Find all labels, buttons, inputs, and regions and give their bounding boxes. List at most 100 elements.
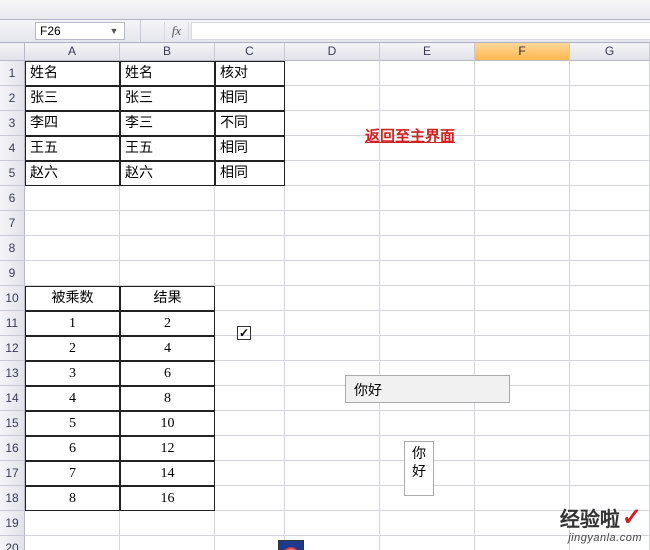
cell-D18[interactable] [285, 486, 380, 511]
avatar-image[interactable] [278, 540, 304, 550]
cell-F8[interactable] [475, 236, 570, 261]
cell-E15[interactable] [380, 411, 475, 436]
cell-C10[interactable] [215, 286, 285, 311]
formula-input[interactable] [191, 22, 650, 40]
cell-grid[interactable]: 姓名姓名核对张三张三相同李四李三不同王五王五相同赵六赵六相同被乘数结果12243… [25, 61, 650, 550]
cell-C7[interactable] [215, 211, 285, 236]
col-header-D[interactable]: D [285, 43, 380, 61]
cell-G3[interactable] [570, 111, 650, 136]
select-all-corner[interactable] [0, 43, 25, 61]
cell-B5[interactable]: 赵六 [120, 161, 215, 186]
cell-E8[interactable] [380, 236, 475, 261]
return-main-link[interactable]: 返回至主界面 [365, 125, 455, 146]
row-header-7[interactable]: 7 [0, 211, 25, 236]
cell-C3[interactable]: 不同 [215, 111, 285, 136]
cell-A11[interactable]: 1 [25, 311, 120, 336]
cell-E12[interactable] [380, 336, 475, 361]
cell-D16[interactable] [285, 436, 380, 461]
checkbox[interactable]: ✓ [237, 326, 251, 340]
cell-C13[interactable] [215, 361, 285, 386]
row-header-19[interactable]: 19 [0, 511, 25, 536]
cell-G13[interactable] [570, 361, 650, 386]
fx-button[interactable]: fx [165, 22, 189, 40]
cell-E19[interactable] [380, 511, 475, 536]
cell-F4[interactable] [475, 136, 570, 161]
row-header-12[interactable]: 12 [0, 336, 25, 361]
cell-G5[interactable] [570, 161, 650, 186]
cell-B18[interactable]: 16 [120, 486, 215, 511]
cell-G17[interactable] [570, 461, 650, 486]
cell-D17[interactable] [285, 461, 380, 486]
cell-D15[interactable] [285, 411, 380, 436]
cell-G14[interactable] [570, 386, 650, 411]
row-header-9[interactable]: 9 [0, 261, 25, 286]
row-header-10[interactable]: 10 [0, 286, 25, 311]
cell-G8[interactable] [570, 236, 650, 261]
cell-B15[interactable]: 10 [120, 411, 215, 436]
cell-C4[interactable]: 相同 [215, 136, 285, 161]
cell-F16[interactable] [475, 436, 570, 461]
col-header-C[interactable]: C [215, 43, 285, 61]
cell-B11[interactable]: 2 [120, 311, 215, 336]
row-header-1[interactable]: 1 [0, 61, 25, 86]
cell-F15[interactable] [475, 411, 570, 436]
cell-A5[interactable]: 赵六 [25, 161, 120, 186]
col-header-F[interactable]: F [475, 43, 570, 61]
row-header-2[interactable]: 2 [0, 86, 25, 111]
row-header-4[interactable]: 4 [0, 136, 25, 161]
cell-A2[interactable]: 张三 [25, 86, 120, 111]
cell-D6[interactable] [285, 186, 380, 211]
cell-G15[interactable] [570, 411, 650, 436]
cell-C17[interactable] [215, 461, 285, 486]
cell-F3[interactable] [475, 111, 570, 136]
cell-C1[interactable]: 核对 [215, 61, 285, 86]
name-box[interactable]: F26 ▼ [35, 22, 125, 40]
cell-C6[interactable] [215, 186, 285, 211]
cell-G4[interactable] [570, 136, 650, 161]
col-header-G[interactable]: G [570, 43, 650, 61]
cell-A19[interactable] [25, 511, 120, 536]
textbox-horizontal[interactable]: 你好 [345, 375, 510, 403]
col-header-A[interactable]: A [25, 43, 120, 61]
cell-B17[interactable]: 14 [120, 461, 215, 486]
cell-F19[interactable] [475, 511, 570, 536]
row-header-16[interactable]: 16 [0, 436, 25, 461]
cell-B3[interactable]: 李三 [120, 111, 215, 136]
cell-F7[interactable] [475, 211, 570, 236]
row-header-5[interactable]: 5 [0, 161, 25, 186]
cell-G12[interactable] [570, 336, 650, 361]
cell-G1[interactable] [570, 61, 650, 86]
cell-F11[interactable] [475, 311, 570, 336]
cell-F18[interactable] [475, 486, 570, 511]
cell-G16[interactable] [570, 436, 650, 461]
cell-A6[interactable] [25, 186, 120, 211]
cell-B4[interactable]: 王五 [120, 136, 215, 161]
cell-F12[interactable] [475, 336, 570, 361]
cell-F9[interactable] [475, 261, 570, 286]
cell-G6[interactable] [570, 186, 650, 211]
cell-A18[interactable]: 8 [25, 486, 120, 511]
cell-B13[interactable]: 6 [120, 361, 215, 386]
cell-F20[interactable] [475, 536, 570, 550]
cell-B14[interactable]: 8 [120, 386, 215, 411]
cell-B20[interactable] [120, 536, 215, 550]
cell-A13[interactable]: 3 [25, 361, 120, 386]
row-header-8[interactable]: 8 [0, 236, 25, 261]
cancel-formula-button[interactable] [141, 22, 165, 40]
cell-E6[interactable] [380, 186, 475, 211]
cell-G9[interactable] [570, 261, 650, 286]
cell-D9[interactable] [285, 261, 380, 286]
row-header-11[interactable]: 11 [0, 311, 25, 336]
cell-F5[interactable] [475, 161, 570, 186]
cell-E2[interactable] [380, 86, 475, 111]
cell-C2[interactable]: 相同 [215, 86, 285, 111]
cell-D7[interactable] [285, 211, 380, 236]
cell-C8[interactable] [215, 236, 285, 261]
cell-F17[interactable] [475, 461, 570, 486]
cell-A16[interactable]: 6 [25, 436, 120, 461]
col-header-B[interactable]: B [120, 43, 215, 61]
cell-C9[interactable] [215, 261, 285, 286]
cell-B9[interactable] [120, 261, 215, 286]
cell-E9[interactable] [380, 261, 475, 286]
col-header-E[interactable]: E [380, 43, 475, 61]
